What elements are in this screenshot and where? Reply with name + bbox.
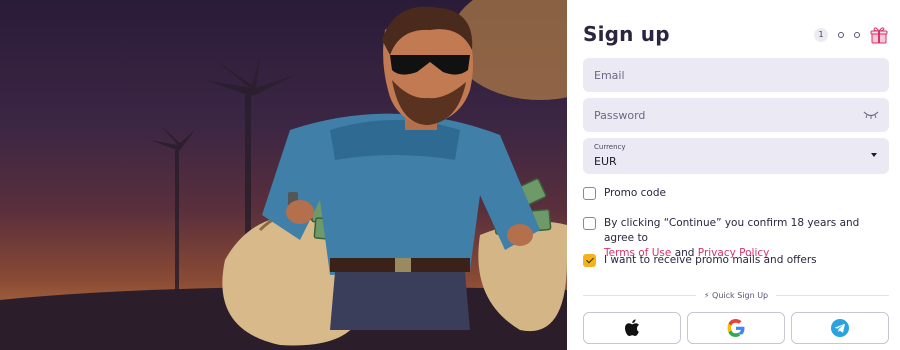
email-field[interactable] xyxy=(583,58,889,92)
step-1-indicator: 1 xyxy=(814,28,828,42)
promo-illustration xyxy=(0,0,567,350)
quick-signup-label: ⚡ Quick Sign Up xyxy=(703,291,769,300)
currency-label: Currency xyxy=(594,143,626,151)
telegram-icon xyxy=(831,319,849,337)
illustration-art xyxy=(0,0,567,350)
promo-code-checkbox[interactable] xyxy=(583,187,596,200)
terms-checkbox[interactable] xyxy=(583,217,596,230)
terms-text: By clicking “Continue” you confirm 18 ye… xyxy=(604,217,860,244)
apple-signup-button[interactable] xyxy=(583,312,681,344)
divider-left xyxy=(583,295,696,296)
promo-mails-label: I want to receive promo mails and offers xyxy=(604,254,817,266)
step-2-indicator xyxy=(838,32,844,38)
promo-code-label: Promo code xyxy=(604,187,666,199)
step-3-indicator xyxy=(854,32,860,38)
step-indicator: 1 xyxy=(814,26,888,44)
password-field[interactable] xyxy=(583,98,889,132)
email-input[interactable] xyxy=(583,58,889,92)
chevron-down-icon xyxy=(871,153,877,157)
gift-icon xyxy=(870,27,888,44)
apple-icon xyxy=(624,319,639,336)
signup-panel: Sign up 1 Currency xyxy=(567,0,900,350)
google-icon xyxy=(727,319,745,337)
eye-closed-icon[interactable] xyxy=(863,110,879,120)
promo-code-row[interactable]: Promo code xyxy=(583,186,883,201)
promo-mails-checkbox[interactable] xyxy=(583,254,596,267)
password-input[interactable] xyxy=(583,98,889,132)
signup-modal: Sign up 1 Currency xyxy=(0,0,900,350)
google-signup-button[interactable] xyxy=(687,312,785,344)
quick-signup-divider: ⚡ Quick Sign Up xyxy=(583,291,889,300)
promo-mails-row[interactable]: I want to receive promo mails and offers xyxy=(583,253,883,268)
currency-value: EUR xyxy=(594,155,617,168)
divider-right xyxy=(776,295,889,296)
telegram-signup-button[interactable] xyxy=(791,312,889,344)
currency-select[interactable]: Currency EUR xyxy=(583,138,889,174)
page-title: Sign up xyxy=(583,22,670,46)
